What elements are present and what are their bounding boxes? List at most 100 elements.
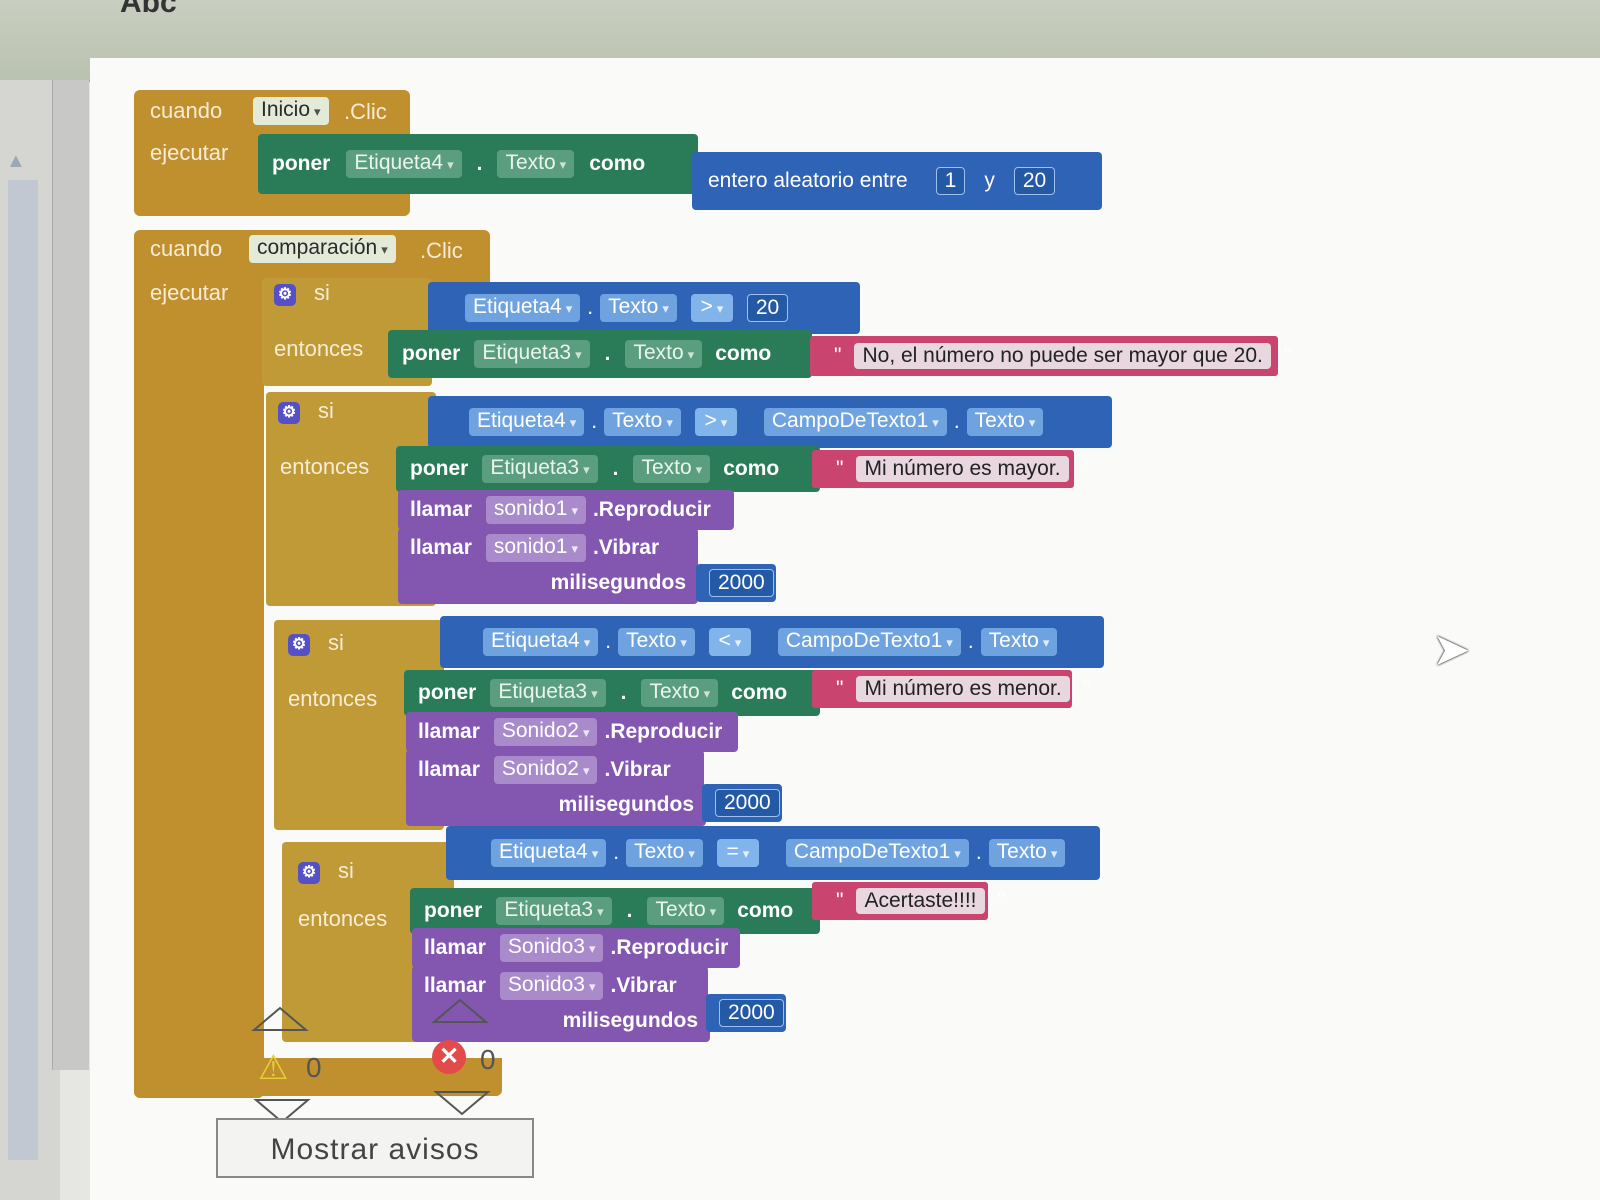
component-dropdown[interactable]: Etiqueta4 ▾	[483, 628, 599, 656]
number-to[interactable]: 20	[1013, 167, 1056, 195]
component-dropdown[interactable]: Etiqueta3 ▾	[496, 897, 612, 925]
property-dropdown[interactable]: Texto ▾	[988, 839, 1066, 867]
number-value[interactable]: 2000	[715, 789, 780, 817]
if-keyword: si	[338, 858, 354, 883]
warning-icon: ⚠	[258, 1049, 289, 1087]
property-dropdown[interactable]: Texto ▾	[647, 897, 725, 925]
gear-icon[interactable]: ⚙	[274, 284, 296, 306]
property-dropdown[interactable]: Texto ▾	[641, 679, 719, 707]
component-dropdown[interactable]: Etiqueta4 ▾	[465, 294, 581, 322]
property-dropdown[interactable]: Texto ▾	[633, 455, 711, 483]
text-value[interactable]: Mi número es mayor.	[856, 456, 1069, 482]
compare-block-4[interactable]: Etiqueta4 ▾ . Texto ▾ = ▾ CampoDeTexto1 ▾ . …	[446, 826, 1100, 880]
text-value[interactable]: Mi número es menor.	[856, 676, 1070, 702]
sound-component-dropdown[interactable]: sonido1 ▾	[485, 496, 586, 524]
component-dropdown[interactable]: Etiqueta3 ▾	[474, 340, 590, 368]
gear-icon[interactable]: ⚙	[278, 402, 300, 424]
component-dropdown[interactable]: Etiqueta4 ▾	[346, 150, 462, 178]
scroll-track[interactable]	[8, 180, 38, 1160]
property-dropdown[interactable]: Texto ▾	[980, 628, 1058, 656]
set-keyword: poner	[424, 899, 483, 922]
then-keyword: entonces	[298, 906, 388, 931]
milliseconds-socket[interactable]: milisegundos	[406, 784, 706, 826]
number-value[interactable]: 20	[746, 294, 789, 322]
component-dropdown[interactable]: Etiqueta4 ▾	[469, 408, 585, 436]
call-play-block[interactable]: llamar Sonido3 ▾ .Reproducir	[412, 928, 740, 968]
property-dropdown[interactable]: Texto ▾	[625, 340, 703, 368]
text-value[interactable]: Acertaste!!!!	[856, 888, 985, 914]
component-dropdown[interactable]: comparación ▾	[249, 235, 396, 263]
operator-dropdown[interactable]: < ▾	[708, 628, 751, 656]
sound-component-dropdown[interactable]: Sonido2 ▾	[493, 718, 598, 746]
do-keyword: ejecutar	[150, 140, 229, 165]
setter-block[interactable]: poner Etiqueta3 ▾ . Texto ▾ como	[404, 670, 820, 716]
call-play-block[interactable]: llamar sonido1 ▾ .Reproducir	[398, 490, 734, 530]
number-value[interactable]: 2000	[709, 569, 774, 597]
property-dropdown[interactable]: Texto ▾	[497, 150, 575, 178]
when-keyword: cuando	[150, 98, 223, 123]
error-prev-arrow-icon[interactable]	[430, 996, 490, 1026]
textbox-component-dropdown[interactable]: CampoDeTexto1 ▾	[777, 628, 961, 656]
setter-block[interactable]: poner Etiqueta3 ▾ . Texto ▾ como	[396, 446, 820, 492]
text-block[interactable]: " Acertaste!!!! "	[812, 882, 1005, 920]
setter-block[interactable]: poner Etiqueta3 ▾ . Texto ▾ como	[388, 330, 812, 378]
random-integer-block[interactable]: entero aleatorio entre 1 y 20	[692, 152, 1102, 210]
scroll-up-icon[interactable]: ▲	[6, 150, 26, 173]
sound-component-dropdown[interactable]: sonido1 ▾	[485, 534, 586, 562]
textbox-component-dropdown[interactable]: CampoDeTexto1 ▾	[763, 408, 947, 436]
compare-block-2[interactable]: Etiqueta4 ▾ . Texto ▾ > ▾ CampoDeTexto1 ▾ . …	[428, 396, 1112, 448]
call-keyword: llamar	[410, 536, 472, 559]
property-dropdown[interactable]: Texto ▾	[600, 294, 677, 322]
milliseconds-label: milisegundos	[558, 793, 694, 816]
as-keyword: como	[731, 681, 788, 704]
text-value[interactable]: No, el número no puede ser mayor que 20.	[854, 343, 1271, 369]
number-from[interactable]: 1	[935, 167, 966, 195]
number-block[interactable]: 2000	[702, 784, 782, 822]
call-keyword: llamar	[410, 498, 472, 521]
sound-component-dropdown[interactable]: Sonido3 ▾	[499, 934, 604, 962]
operator-dropdown[interactable]: = ▾	[716, 839, 759, 867]
event-body: ejecutar	[134, 278, 264, 1098]
gear-icon[interactable]: ⚙	[288, 634, 310, 656]
do-keyword: ejecutar	[150, 280, 229, 305]
component-dropdown[interactable]: Etiqueta3 ▾	[482, 455, 598, 483]
gear-icon[interactable]: ⚙	[298, 862, 320, 884]
number-value[interactable]: 2000	[719, 999, 784, 1027]
call-keyword: llamar	[418, 720, 480, 743]
show-warnings-button[interactable]: Mostrar avisos	[216, 1118, 534, 1178]
text-block[interactable]: " Mi número es menor. "	[812, 670, 1090, 708]
error-next-arrow-icon[interactable]	[432, 1088, 492, 1118]
milliseconds-socket[interactable]: milisegundos	[398, 562, 698, 604]
scrollbar[interactable]	[52, 80, 89, 1070]
property-dropdown[interactable]: Texto ▾	[626, 839, 703, 867]
operator-dropdown[interactable]: > ▾	[690, 294, 733, 322]
random-integer-label: entero aleatorio entre	[708, 169, 908, 192]
text-block[interactable]: " No, el número no puede ser mayor que 20…	[810, 336, 1291, 376]
property-dropdown[interactable]: Texto ▾	[604, 408, 681, 436]
when-keyword: cuando	[150, 236, 223, 261]
warning-count: 0	[306, 1052, 322, 1083]
operator-dropdown[interactable]: > ▾	[694, 408, 737, 436]
and-keyword: y	[984, 169, 995, 192]
setter-block[interactable]: poner Etiqueta4 ▾ . Texto ▾ como	[258, 134, 698, 194]
number-block[interactable]: 2000	[706, 994, 786, 1032]
call-keyword: llamar	[424, 936, 486, 959]
sound-component-dropdown[interactable]: Sonido3 ▾	[499, 972, 604, 1000]
app-title: Abc	[120, 0, 177, 19]
component-dropdown[interactable]: Etiqueta3 ▾	[490, 679, 606, 707]
compare-block-3[interactable]: Etiqueta4 ▾ . Texto ▾ < ▾ CampoDeTexto1 ▾ . …	[440, 616, 1104, 668]
method-name: .Reproducir	[604, 720, 723, 743]
sound-component-dropdown[interactable]: Sonido2 ▾	[493, 756, 598, 784]
number-block[interactable]: 2000	[696, 564, 776, 602]
call-keyword: llamar	[418, 758, 480, 781]
component-dropdown[interactable]: Inicio ▾	[253, 97, 329, 125]
text-block[interactable]: " Mi número es mayor. "	[812, 450, 1089, 488]
call-play-block[interactable]: llamar Sonido2 ▾ .Reproducir	[406, 712, 738, 752]
textbox-component-dropdown[interactable]: CampoDeTexto1 ▾	[785, 839, 969, 867]
compare-block-1[interactable]: Etiqueta4 ▾ . Texto ▾ > ▾ 20	[428, 282, 860, 334]
warning-prev-arrow-icon[interactable]	[250, 1004, 310, 1034]
property-dropdown[interactable]: Texto ▾	[618, 628, 695, 656]
component-dropdown[interactable]: Etiqueta4 ▾	[491, 839, 607, 867]
property-dropdown[interactable]: Texto ▾	[966, 408, 1044, 436]
as-keyword: como	[737, 899, 794, 922]
